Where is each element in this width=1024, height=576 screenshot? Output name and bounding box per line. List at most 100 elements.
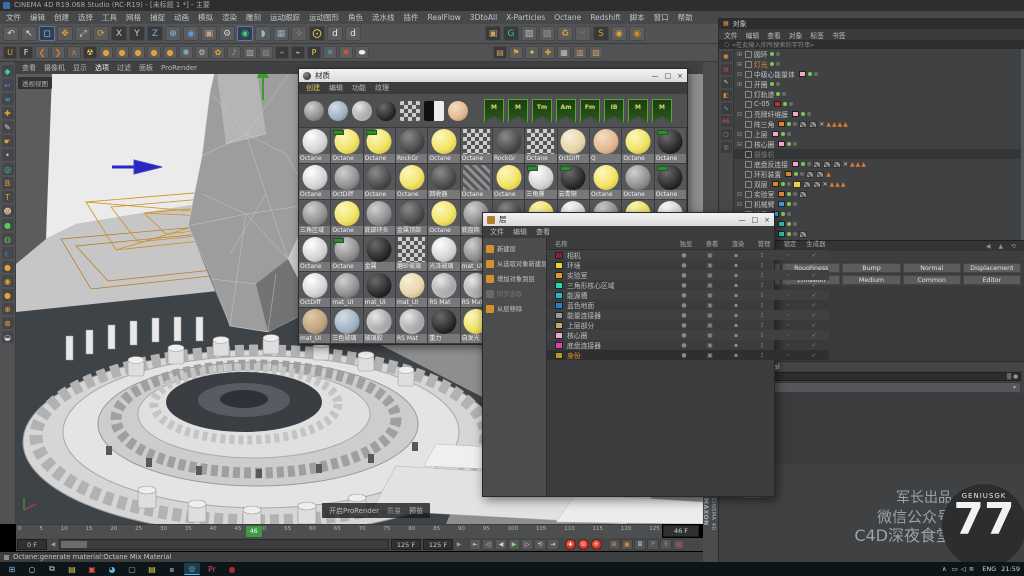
- channel-button-normal[interactable]: Normal: [903, 263, 961, 273]
- taskbar-app-gray[interactable]: ▢: [124, 563, 140, 575]
- layer-action-增加对象到层[interactable]: 增加对象到层: [483, 271, 546, 286]
- toolbar-icon-star[interactable]: ✦: [525, 46, 539, 59]
- preset-ball-blue[interactable]: [328, 101, 348, 121]
- panel-red[interactable]: ▤: [721, 64, 732, 75]
- toolbar-icon-manager-window[interactable]: ▣: [485, 26, 501, 41]
- toolbar-icon-project-scale[interactable]: ◗: [255, 26, 271, 41]
- attributes-nav-icons[interactable]: ◀ ▲ ⟲: [986, 243, 1019, 250]
- toolbar-icon-scale[interactable]: ⤢: [75, 26, 91, 41]
- layer-toggle-查看[interactable]: ▣: [697, 252, 723, 259]
- material-swatch[interactable]: 磨砂玻璃: [396, 236, 428, 272]
- layer-toggle-生成器[interactable]: ✓: [801, 292, 827, 299]
- material-swatch[interactable]: Octane: [299, 128, 331, 164]
- channel-button-common[interactable]: Common: [903, 275, 961, 285]
- menu-网格[interactable]: 网格: [126, 12, 141, 23]
- layer-toggle-查看[interactable]: ▣: [697, 352, 723, 359]
- toolbar-icon-spider[interactable]: ✳: [323, 46, 337, 59]
- taskbar-app-darkred[interactable]: ●: [224, 563, 240, 575]
- object-menu-文件[interactable]: 文件: [724, 30, 738, 40]
- object-visibility-dot-editor[interactable]: [787, 142, 791, 146]
- object-visibility-dot-render[interactable]: [793, 192, 797, 196]
- material-swatch[interactable]: 云青铜: [558, 164, 590, 200]
- object-visibility-dot-render[interactable]: [793, 142, 797, 146]
- layer-toggle-渲染[interactable]: ▪: [723, 352, 749, 359]
- pla-mode[interactable]: P: [647, 539, 659, 550]
- object-visibility-dot-editor[interactable]: [787, 122, 791, 126]
- toolbar-icon-plug-2[interactable]: ⌁: [291, 46, 305, 59]
- bookmark-flag-3[interactable]: Tm: [532, 99, 552, 123]
- object-visibility-dot-render[interactable]: [776, 82, 780, 86]
- material-swatch[interactable]: 金属顶部: [396, 200, 428, 236]
- object-expander[interactable]: ⊟: [736, 111, 743, 118]
- layer-toggle-查看[interactable]: ▣: [697, 302, 723, 309]
- material-swatch[interactable]: 回收器: [428, 164, 460, 200]
- object-visibility-dot-editor[interactable]: [787, 232, 791, 236]
- layer-toggle-锁定[interactable]: ◦: [775, 342, 801, 349]
- layer-action-同步选取[interactable]: 同步选取: [483, 286, 546, 301]
- tray-clock[interactable]: 21:59: [1001, 565, 1020, 573]
- viewport-menu-过滤[interactable]: 过滤: [117, 63, 131, 73]
- layer-toggle-生成器[interactable]: ✓: [801, 342, 827, 349]
- object-manager-title-bar[interactable]: ▦ 对象: [719, 18, 1024, 29]
- transport-goto-end[interactable]: ⇥: [547, 539, 559, 550]
- toolbar-icon-bug[interactable]: ✱: [339, 46, 353, 59]
- layer-toggle-查看[interactable]: ▣: [697, 332, 723, 339]
- toolbar-icon-recycle[interactable]: ♻: [557, 26, 573, 41]
- texture-tag[interactable]: [806, 171, 814, 178]
- prorender-preview-option[interactable]: 预览: [409, 506, 423, 516]
- layer-toggle-锁定[interactable]: ◦: [775, 302, 801, 309]
- layer-toggle-渲染[interactable]: ▪: [723, 272, 749, 279]
- layer-action-从层移除[interactable]: 从层移除: [483, 301, 546, 316]
- toolbar-icon-arrow-next[interactable]: ❯: [51, 46, 65, 59]
- layer-toggle-查看[interactable]: ▣: [697, 342, 723, 349]
- material-swatch[interactable]: 底部环头: [364, 200, 396, 236]
- xpresso-tag[interactable]: ✕: [823, 181, 828, 188]
- layer-menu-查看[interactable]: 查看: [536, 227, 550, 237]
- camera-icon[interactable]: ▢: [721, 129, 732, 140]
- object-row-实验室[interactable]: ⊟实验室: [734, 189, 1024, 199]
- object-expander[interactable]: ⊟: [736, 141, 743, 148]
- object-expander[interactable]: ⊟: [736, 131, 743, 138]
- tool-cloth-shirt[interactable]: T: [2, 191, 14, 203]
- preset-ball-textured[interactable]: [352, 101, 372, 121]
- object-visibility-dot-render[interactable]: [807, 112, 811, 116]
- material-swatch[interactable]: Octane: [461, 128, 493, 164]
- toolbar-icon-chart[interactable]: ▧: [589, 46, 603, 59]
- toolbar-icon-arrow-prev[interactable]: ❮: [35, 46, 49, 59]
- range-end-field[interactable]: 125 F: [391, 539, 421, 550]
- layer-toggle-独显[interactable]: ●: [671, 252, 697, 259]
- bookmark-flag-4[interactable]: Am: [556, 99, 576, 123]
- layer-row-身份[interactable]: 身份●▣▪⁒◦✓: [547, 350, 829, 360]
- dope-sheet[interactable]: ⠿: [660, 539, 672, 550]
- material-swatch[interactable]: RockGr: [396, 128, 428, 164]
- transport-goto-prev-key[interactable]: ◁: [482, 539, 494, 550]
- object-expander[interactable]: ⊟: [736, 201, 743, 208]
- layer-toggle-锁定[interactable]: ◦: [775, 272, 801, 279]
- timeline-scrollbar[interactable]: [59, 539, 389, 550]
- lens-icon[interactable]: ◎: [721, 142, 732, 153]
- material-swatch[interactable]: 光泽玻璃: [428, 236, 460, 272]
- texture-tag[interactable]: [799, 121, 807, 128]
- toolbar-icon-pin[interactable]: ⚑: [509, 46, 523, 59]
- timeline-ruler[interactable]: 0510152025303540455055606570758085909510…: [16, 524, 662, 538]
- toolbar-icon-rotate[interactable]: ⟳: [93, 26, 109, 41]
- channel-button-editor[interactable]: Editor: [963, 275, 1021, 285]
- layer-toggle-管理[interactable]: ⁒: [749, 272, 775, 279]
- object-menu-编辑[interactable]: 编辑: [746, 30, 760, 40]
- material-swatch[interactable]: Octane: [590, 164, 622, 200]
- object-visibility-dot-render[interactable]: [787, 182, 791, 186]
- tray-language[interactable]: ENG: [982, 565, 996, 573]
- transport-play-backward[interactable]: ◀: [495, 539, 507, 550]
- menu-帮助[interactable]: 帮助: [678, 12, 693, 23]
- menu-动画[interactable]: 动画: [174, 12, 189, 23]
- toolbar-icon-live-select[interactable]: ◻: [39, 26, 55, 41]
- object-search-row[interactable]: ○ «在此输入你所搜索的字符串»: [719, 40, 1024, 49]
- tool-loop-tool[interactable]: ∞: [2, 93, 14, 105]
- menu-插件[interactable]: 插件: [404, 12, 419, 23]
- texture-tag[interactable]: [813, 181, 821, 188]
- object-visibility-dot-editor[interactable]: [783, 102, 787, 106]
- tool-planet[interactable]: ◐: [2, 247, 14, 259]
- menu-运动图形[interactable]: 运动图形: [309, 12, 339, 23]
- toolbar-icon-hatch-2[interactable]: ▨: [539, 26, 555, 41]
- object-visibility-dot-editor[interactable]: [770, 52, 774, 56]
